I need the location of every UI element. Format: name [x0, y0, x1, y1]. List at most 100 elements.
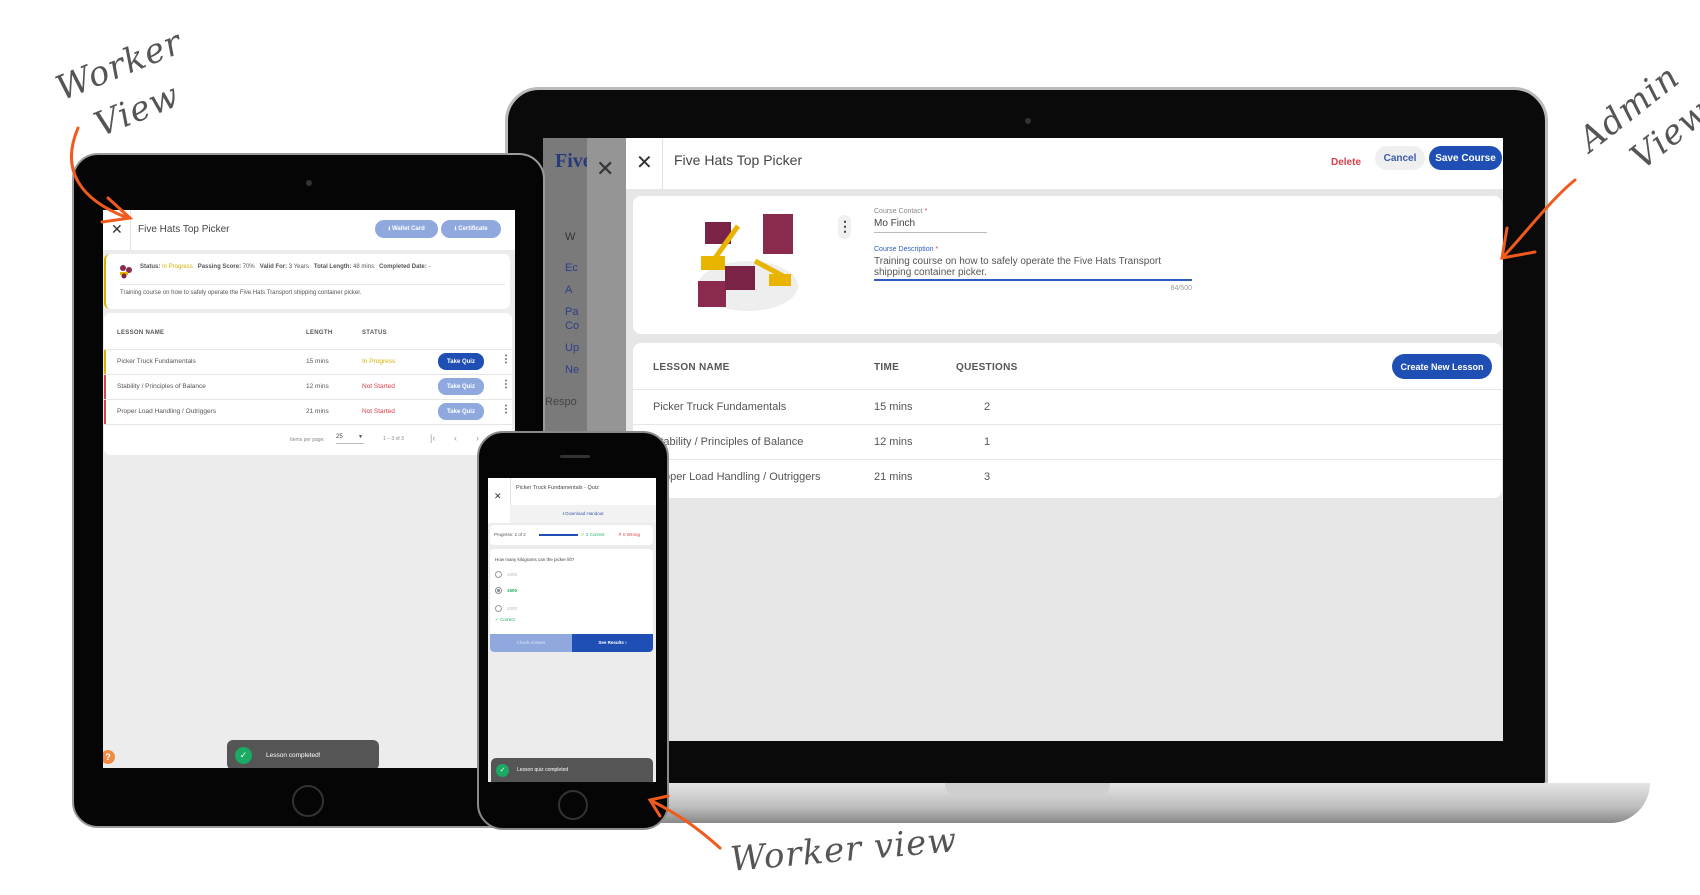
take-quiz-button[interactable]: Take Quiz [438, 403, 484, 420]
check-answer-button[interactable]: Check Answer [490, 634, 572, 652]
page-range: 1 – 3 of 3 [383, 436, 404, 442]
laptop-base [620, 783, 1650, 823]
home-button[interactable] [292, 785, 324, 817]
stat-value: - [428, 264, 431, 270]
course-info-card: Status: In Progress Passing Score: 70% V… [104, 254, 510, 309]
lesson-questions: 3 [984, 471, 991, 483]
label-text: Course Description [874, 246, 934, 253]
character-counter: 84/500 [1170, 285, 1192, 292]
lessons-table: LESSON NAME LENGTH STATUS Picker Truck F… [104, 313, 512, 455]
delete-button[interactable]: Delete [1331, 157, 1361, 168]
radio-icon [495, 605, 502, 612]
button-label: See Results [598, 640, 624, 645]
lesson-name: Proper Load Handling / Outriggers [117, 408, 217, 415]
previous-page-icon[interactable]: ‹ [454, 433, 457, 443]
table-row[interactable]: Picker Truck Fundamentals 15 mins 2 [633, 390, 1502, 424]
stat-value: 48 mins [353, 264, 375, 270]
download-handout-link[interactable]: ⭳ Download Handout [510, 505, 656, 523]
progress-bar-fill [539, 534, 578, 536]
select-value: 25 [336, 434, 343, 440]
annotation-worker-view-bottom: Worker view [728, 820, 959, 880]
bg-link: Ec [565, 262, 578, 274]
course-thumbnail [120, 265, 132, 279]
course-description-label: Course Description * [874, 246, 938, 253]
status-badge: Not Started [362, 383, 395, 390]
course-contact-label: Course Contact * [874, 208, 927, 215]
stat-value: 3 Years [288, 264, 309, 270]
camera-icon [1025, 118, 1031, 124]
items-per-page-select[interactable]: 25 ▼ [336, 434, 364, 444]
column-header-time: TIME [874, 362, 900, 373]
help-icon[interactable]: ? [103, 750, 115, 764]
wallet-card-button[interactable]: ⭳ Wallet Card [375, 220, 438, 238]
home-button[interactable] [558, 790, 588, 820]
header-spacer [488, 505, 510, 523]
answer-option[interactable]: 1000 [495, 571, 517, 578]
next-page-icon[interactable]: › [476, 433, 479, 443]
lesson-completed-toast: ✓ Lesson completed! [227, 740, 379, 768]
answer-option[interactable]: 2000 [495, 605, 517, 612]
lesson-name: Picker Truck Fundamentals [117, 358, 196, 365]
answer-feedback: ✓ Correct [495, 617, 515, 622]
tablet-header: ✕ Five Hats Top Picker ⭳ Wallet Card ⭳ C… [103, 210, 515, 250]
annotation-admin-view: Admin View [1569, 53, 1700, 198]
first-page-icon[interactable]: |‹ [430, 433, 435, 443]
status-stat: Status: In Progress [140, 264, 193, 270]
answer-option-selected[interactable]: 1500 [495, 587, 517, 594]
course-contact-field[interactable]: Mo Finch [874, 218, 987, 233]
chevron-down-icon: ▼ [358, 434, 363, 440]
more-options-icon[interactable]: ⋮ [501, 404, 511, 415]
close-icon[interactable]: ✕ [596, 156, 614, 182]
table-row[interactable]: Stability / Principles of Balance 12 min… [633, 425, 1502, 459]
more-options-icon[interactable]: ⋮ [838, 215, 852, 239]
cancel-button[interactable]: Cancel [1375, 146, 1425, 170]
progress-label: Progress: 2 of 2 [494, 532, 526, 537]
lesson-name: Proper Load Handling / Outriggers [653, 471, 821, 483]
more-options-icon[interactable]: ⋮ [501, 379, 511, 390]
more-options-icon[interactable]: ⋮ [501, 354, 511, 365]
see-results-button[interactable]: See Results › [572, 634, 653, 652]
bg-link: Co [565, 320, 580, 332]
valid-for-stat: Valid For: 3 Years [260, 264, 309, 270]
label-text: Course Contact [874, 208, 923, 215]
lesson-length: 15 mins [306, 358, 329, 365]
stat-label: Valid For: [259, 264, 288, 270]
correct-count: ✓ 2 Correct [581, 532, 605, 537]
close-icon[interactable]: ✕ [111, 221, 123, 238]
page-title: Five Hats Top Picker [138, 224, 230, 235]
status-badge: In Progress [362, 358, 396, 365]
take-quiz-button[interactable]: Take Quiz [438, 353, 484, 370]
question-text: How many kilograms can the picker lift? [495, 557, 575, 562]
option-label: 1500 [507, 588, 518, 593]
status-badge: In Progress [162, 264, 193, 270]
link-text: Download Handout [565, 511, 604, 516]
table-row[interactable]: Stability / Principles of Balance 12 min… [104, 375, 512, 399]
table-row[interactable]: Picker Truck Fundamentals 15 mins In Pro… [104, 350, 512, 374]
progress-card: Progress: 2 of 2 ✓ 2 Correct ✕ 0 Wrong [490, 525, 653, 545]
button-label: Wallet Card [391, 226, 425, 232]
take-quiz-button[interactable]: Take Quiz [438, 378, 484, 395]
table-row[interactable]: Proper Load Handling / Outriggers 21 min… [633, 460, 1502, 494]
table-row[interactable]: Proper Load Handling / Outriggers 21 min… [104, 400, 512, 424]
course-details-card: ⋮ Course Contact * Mo Finch Course Descr… [633, 196, 1502, 334]
certificate-button[interactable]: ⭳ Certificate [441, 220, 501, 238]
required-mark: * [935, 246, 939, 253]
course-stats: Status: In Progress Passing Score: 70% V… [140, 264, 430, 270]
lesson-time: 15 mins [874, 401, 913, 413]
lesson-questions: 2 [984, 401, 991, 413]
stat-label: Completed Date: [379, 264, 427, 270]
page-title: Five Hats Top Picker [674, 152, 803, 168]
save-course-button[interactable]: Save Course [1429, 146, 1502, 170]
close-icon[interactable]: ✕ [494, 491, 502, 502]
create-new-lesson-button[interactable]: Create New Lesson [1392, 354, 1492, 379]
lesson-time: 12 mins [874, 436, 913, 448]
course-description-field[interactable]: Training course on how to safely operate… [874, 256, 1192, 281]
lesson-length: 12 mins [306, 383, 329, 390]
column-header-questions: QUESTIONS [956, 362, 1018, 373]
divider [104, 424, 512, 425]
admin-screen: Five W Ec A Pa Co Up Ne Respo ✕ ✕ Five H… [543, 138, 1503, 741]
close-icon[interactable]: ✕ [636, 150, 653, 175]
divider [662, 138, 663, 189]
check-circle-icon: ✓ [235, 746, 252, 764]
lessons-table: LESSON NAME TIME QUESTIONS Create New Le… [633, 343, 1502, 498]
